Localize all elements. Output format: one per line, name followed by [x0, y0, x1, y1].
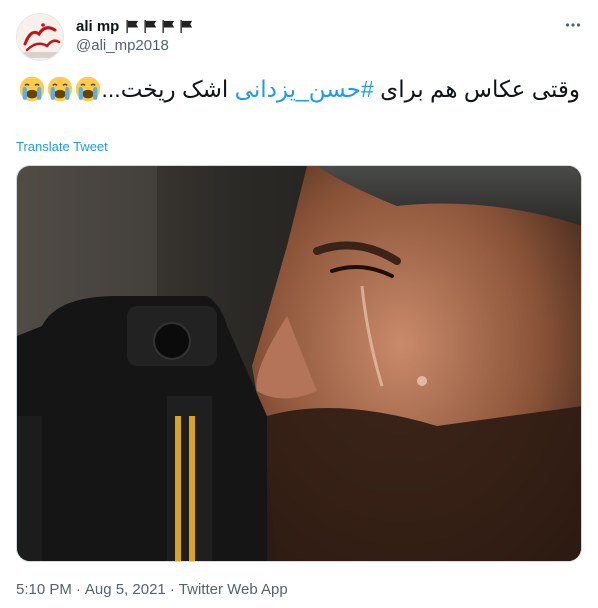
hashtag-link[interactable]: #حسن_یزدانی — [235, 76, 374, 102]
tweet-photo[interactable] — [16, 165, 582, 562]
tweet-card: ali mp @ali_mp2018 وقتی عکاس هم برای #حس… — [0, 0, 598, 608]
tweet-source-link[interactable]: Twitter Web App — [179, 581, 288, 598]
flag-emoji-group — [125, 19, 194, 34]
user-handle[interactable]: @ali_mp2018 — [76, 37, 169, 54]
display-name[interactable]: ali mp — [76, 18, 119, 35]
tweet-date[interactable]: Aug 5, 2021 — [85, 581, 166, 598]
tweet-meta: 5:10 PM · Aug 5, 2021 · Twitter Web App — [16, 581, 288, 598]
black-flag-icon — [180, 19, 193, 33]
name-row: ali mp — [76, 16, 194, 36]
avatar[interactable] — [16, 13, 64, 61]
loudly-crying-face-icon — [19, 76, 44, 102]
tweet-text-end: اشک ریخت... — [101, 76, 235, 102]
tweet-text-start: وقتی عکاس هم برای — [373, 76, 580, 102]
more-options-icon[interactable] — [562, 14, 584, 36]
black-flag-icon — [126, 19, 139, 33]
meta-separator: · — [169, 581, 175, 598]
tweet-text: وقتی عکاس هم برای #حسن_یزدانی اشک ریخت..… — [10, 74, 580, 105]
tweet-time[interactable]: 5:10 PM — [16, 581, 72, 598]
loudly-crying-face-icon — [47, 76, 72, 102]
black-flag-icon — [162, 19, 175, 33]
loudly-crying-face-icon — [75, 76, 100, 102]
translate-tweet-link[interactable]: Translate Tweet — [16, 139, 108, 154]
black-flag-icon — [144, 19, 157, 33]
meta-separator: · — [75, 581, 81, 598]
